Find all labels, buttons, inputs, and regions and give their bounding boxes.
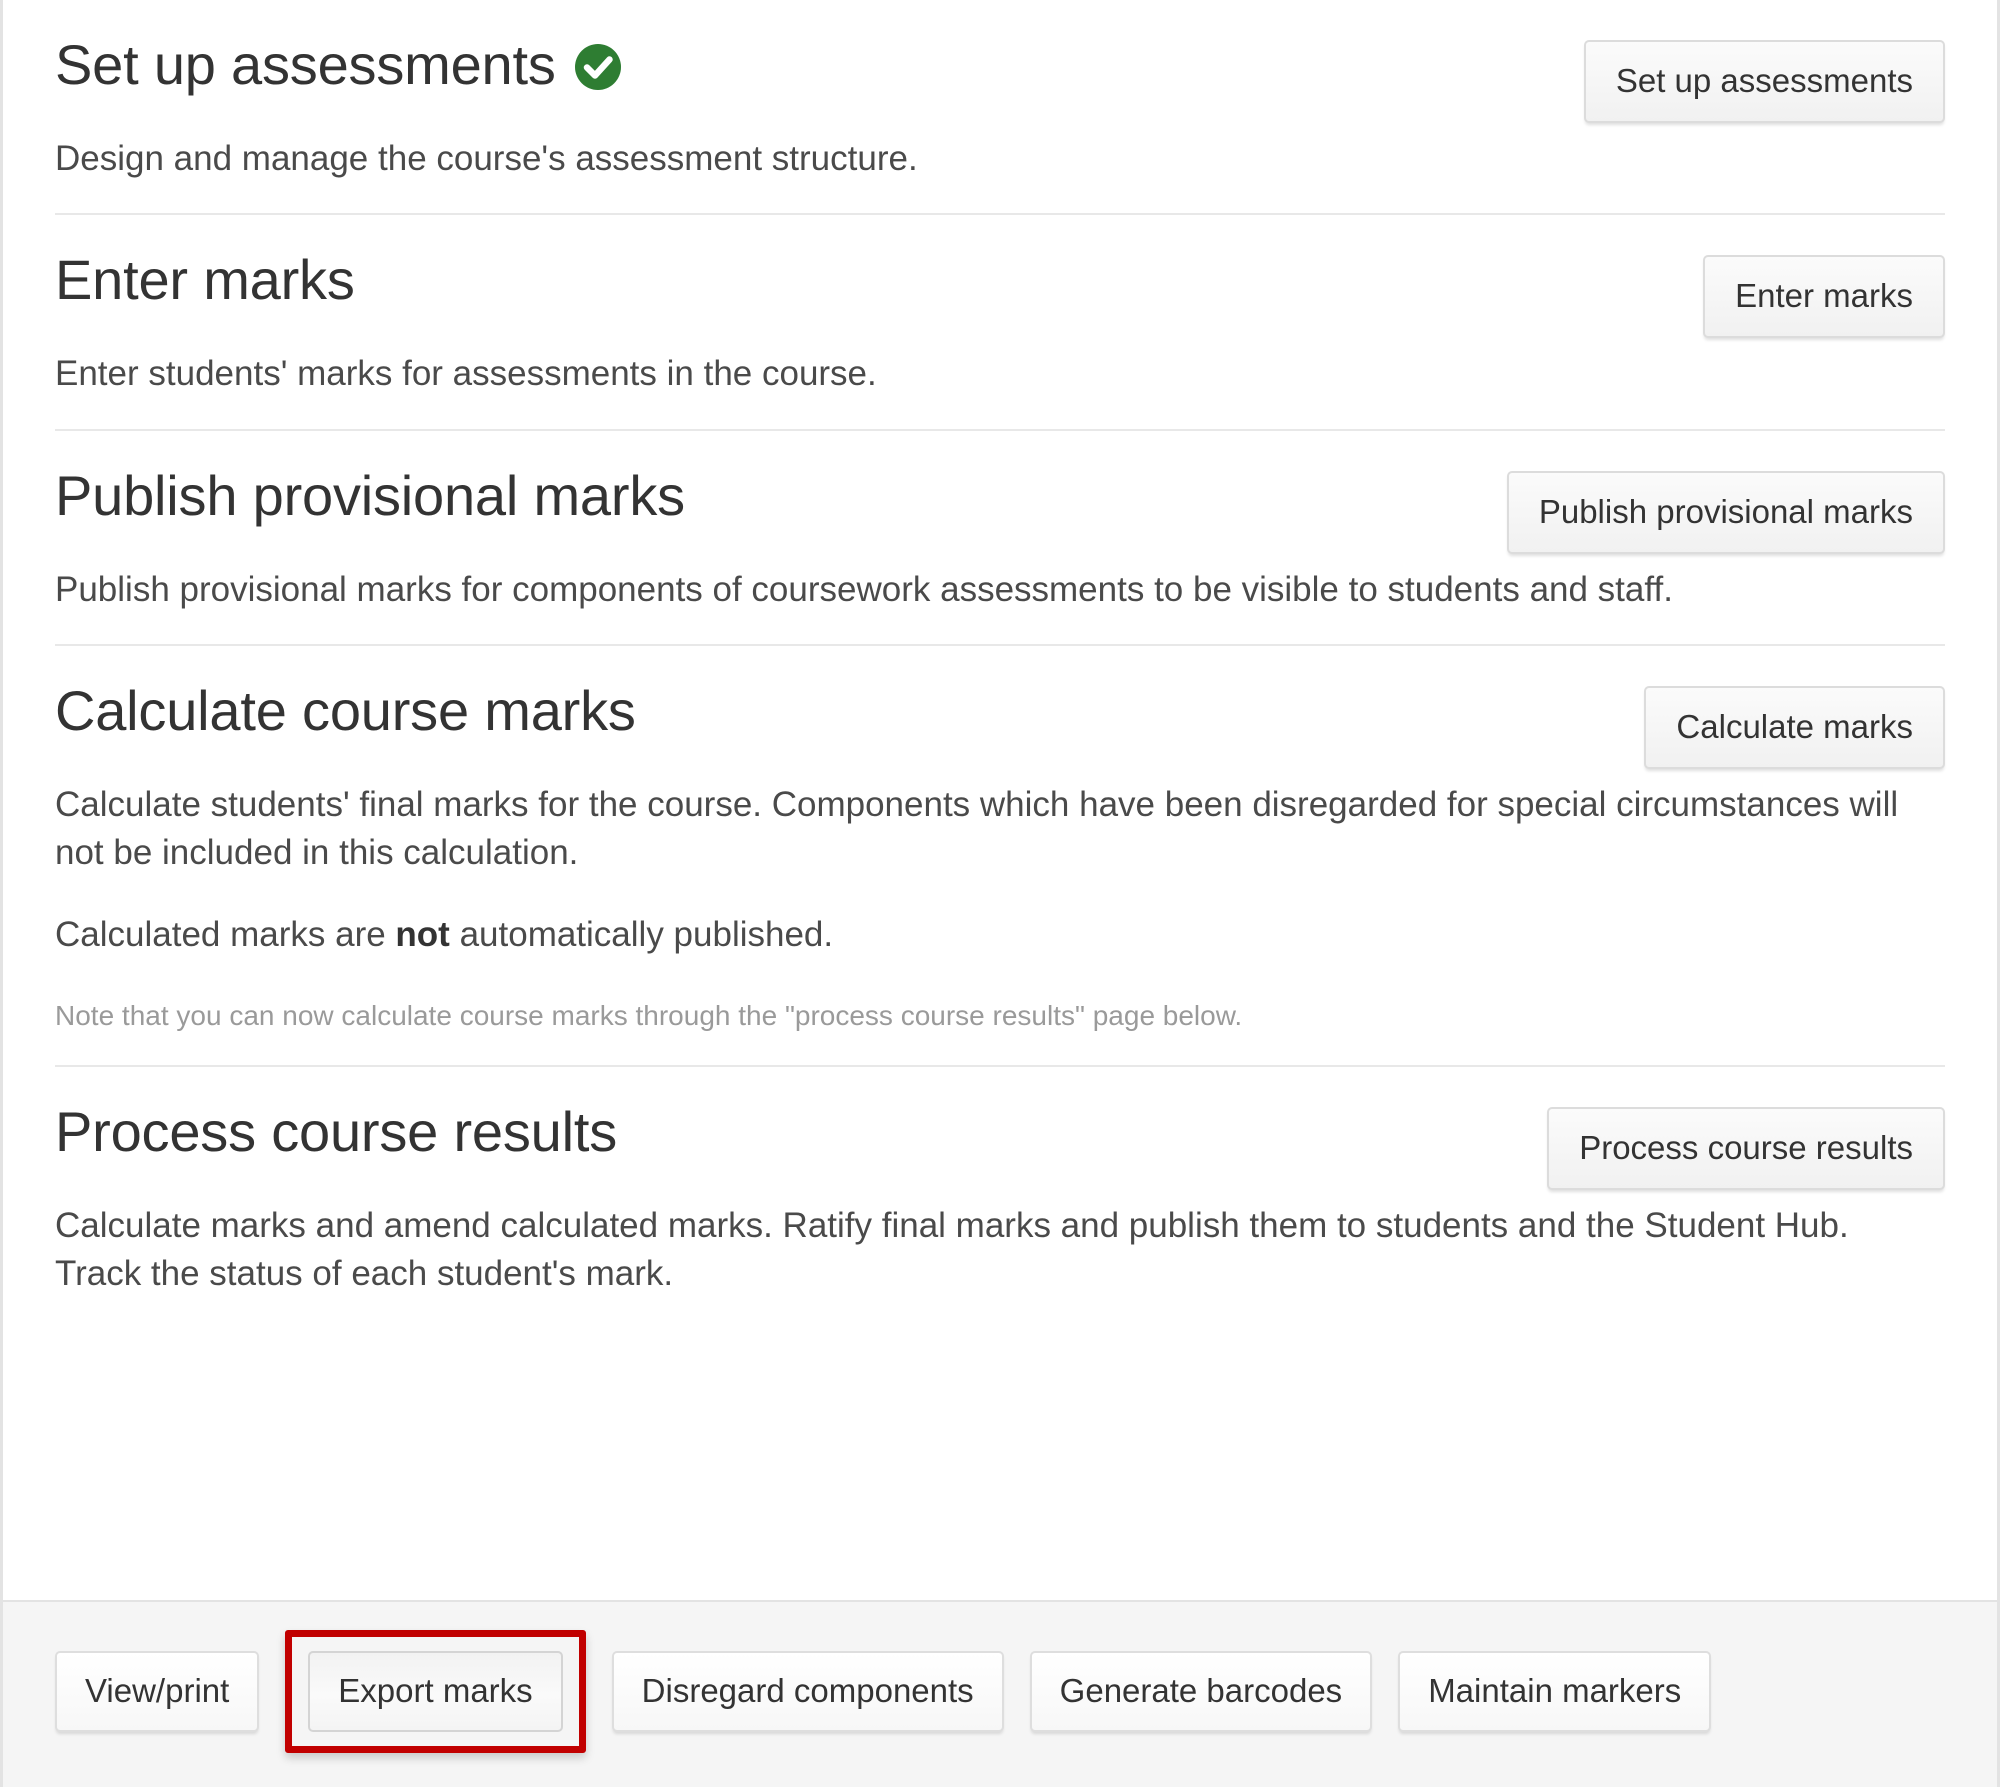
section-process-course-results: Process course results Process course res…	[55, 1064, 1945, 1329]
section-header: Process course results Process course res…	[55, 1099, 1945, 1190]
description-text: Calculated marks are	[55, 915, 396, 955]
description-emphasis: not	[395, 915, 450, 955]
footer-button-wrapper-disregard-components: Disregard components	[611, 1651, 1004, 1732]
section-enter-marks: Enter marks Enter marks Enter students' ma…	[55, 213, 1945, 428]
assessment-management-panel: Set up assessments Set up assessments Desi…	[0, 0, 2000, 1787]
description-text-tail: automatically published.	[449, 915, 834, 955]
section-title-text: Enter marks	[55, 248, 355, 312]
section-note: Note that you can now calculate course m…	[55, 999, 1243, 1031]
footer-button-export-marks[interactable]: Export marks	[308, 1651, 563, 1732]
footer-button-wrapper-maintain-markers: Maintain markers	[1398, 1651, 1712, 1732]
section-title-process-course-results: Process course results	[55, 1099, 618, 1164]
footer-button-wrapper-export-marks: Export marks	[285, 1630, 586, 1753]
panel-footer-toolbar: View/print Export marks Disregard componen…	[3, 1600, 1997, 1787]
footer-button-maintain-markers[interactable]: Maintain markers	[1398, 1651, 1712, 1732]
section-description: Calculated marks are not automatically p…	[55, 911, 1905, 959]
description-text: Calculate students' final marks for the …	[55, 784, 1899, 873]
button-set-up-assessments[interactable]: Set up assessments	[1583, 40, 1945, 123]
section-set-up-assessments: Set up assessments Set up assessments Desi…	[55, 0, 1945, 213]
section-description: Design and manage the course's assessmen…	[55, 139, 918, 178]
section-title-calculate-course-marks: Calculate course marks	[55, 678, 636, 743]
section-title-text: Process course results	[55, 1099, 618, 1163]
section-header: Calculate course marks Calculate marks	[55, 678, 1945, 769]
section-title-enter-marks: Enter marks	[55, 249, 355, 312]
button-enter-marks[interactable]: Enter marks	[1703, 255, 1945, 339]
footer-button-view-print[interactable]: View/print	[55, 1651, 260, 1732]
section-title-publish-provisional-marks: Publish provisional marks	[55, 463, 685, 528]
check-circle-icon	[574, 43, 622, 91]
section-publish-provisional-marks: Publish provisional marks Publish provisi…	[55, 428, 1945, 644]
section-header: Set up assessments Set up assessments	[55, 33, 1945, 123]
section-header: Publish provisional marks Publish provisi…	[55, 463, 1945, 554]
section-description: Calculate students' final marks for the …	[55, 781, 1905, 878]
footer-button-disregard-components[interactable]: Disregard components	[611, 1651, 1004, 1732]
section-header: Enter marks Enter marks	[55, 249, 1945, 339]
footer-button-generate-barcodes[interactable]: Generate barcodes	[1029, 1651, 1373, 1732]
panel-body: Set up assessments Set up assessments Desi…	[3, 0, 1997, 1600]
section-title-text: Calculate course marks	[55, 678, 636, 742]
section-calculate-course-marks: Calculate course marks Calculate marks Cal…	[55, 643, 1945, 1065]
footer-button-wrapper-view-print: View/print	[55, 1651, 260, 1732]
button-calculate-course-marks[interactable]: Calculate marks	[1644, 685, 1945, 769]
section-title-text: Set up assessments	[55, 33, 556, 96]
section-title-text: Publish provisional marks	[55, 463, 685, 527]
section-description: Calculate marks and amend calculated mar…	[55, 1205, 1849, 1294]
button-publish-provisional-marks[interactable]: Publish provisional marks	[1506, 470, 1945, 554]
footer-button-wrapper-generate-barcodes: Generate barcodes	[1029, 1651, 1373, 1732]
button-process-course-results[interactable]: Process course results	[1547, 1106, 1945, 1190]
section-title-set-up-assessments: Set up assessments	[55, 33, 622, 97]
section-description: Publish provisional marks for components…	[55, 569, 1673, 609]
section-description: Enter students' marks for assessments in…	[55, 354, 877, 394]
